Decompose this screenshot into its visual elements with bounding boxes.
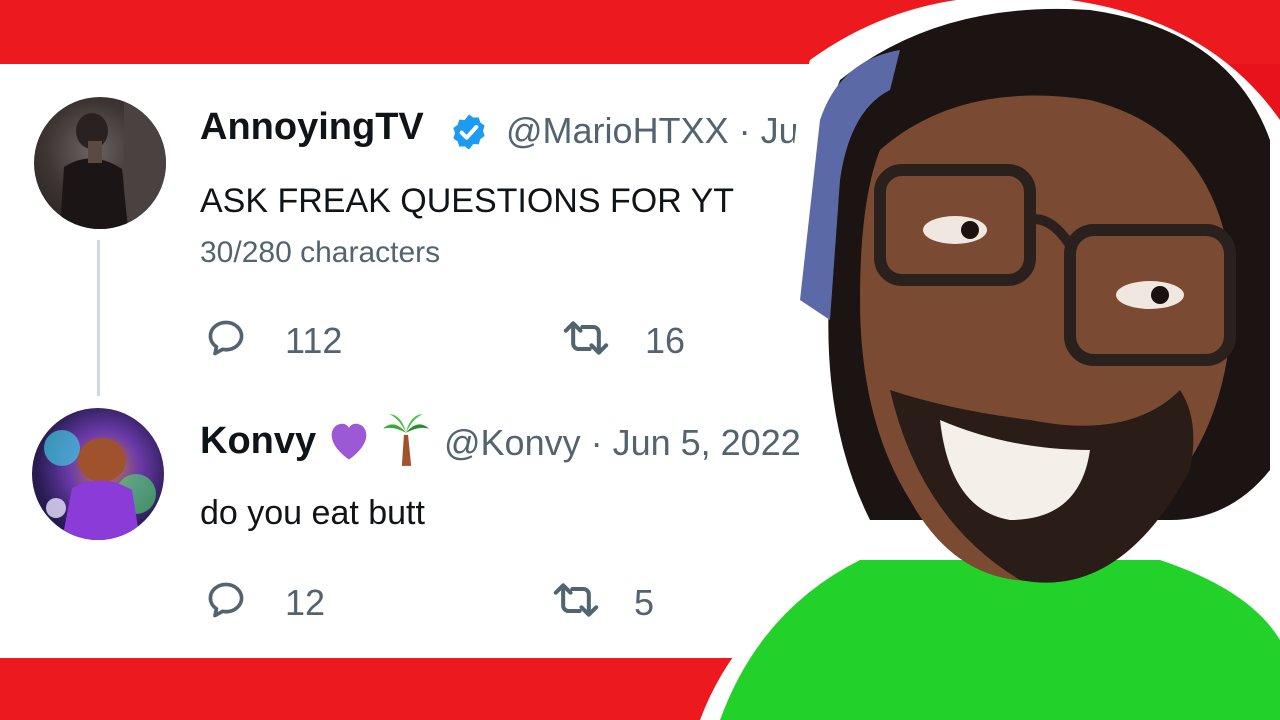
tweet-2-retweet-count: 5 (634, 582, 655, 623)
palm-tree-icon (383, 414, 429, 466)
reply-icon[interactable] (204, 316, 248, 360)
tweet-1-text: ASK FREAK QUESTIONS FOR YT (200, 182, 735, 220)
purple-heart-icon (331, 423, 367, 460)
streamer-reaction-image (700, 0, 1280, 720)
tweet-1-reply-count: 112 (285, 320, 343, 361)
tweet-1-char-count: 30/280 characters (200, 236, 441, 269)
tweet-1-author-name[interactable]: AnnoyingTV (200, 106, 424, 149)
tweet-2-text: do you eat butt (200, 494, 425, 532)
retweet-icon[interactable] (550, 578, 602, 622)
avatar-photo-1 (60, 97, 166, 229)
tweet-1-retweet-count: 16 (645, 320, 686, 361)
avatar-photo-2 (44, 430, 156, 540)
tweet-2-reply-count: 12 (285, 582, 326, 623)
verified-badge-icon (453, 114, 485, 150)
tweet-2-author-name[interactable]: Konvy (200, 420, 316, 463)
thread-connector-line (97, 240, 100, 396)
tweet-1-avatar[interactable] (34, 97, 166, 229)
reply-icon[interactable] (204, 578, 248, 622)
tweet-2-avatar[interactable] (32, 408, 164, 540)
retweet-icon[interactable] (560, 316, 612, 360)
